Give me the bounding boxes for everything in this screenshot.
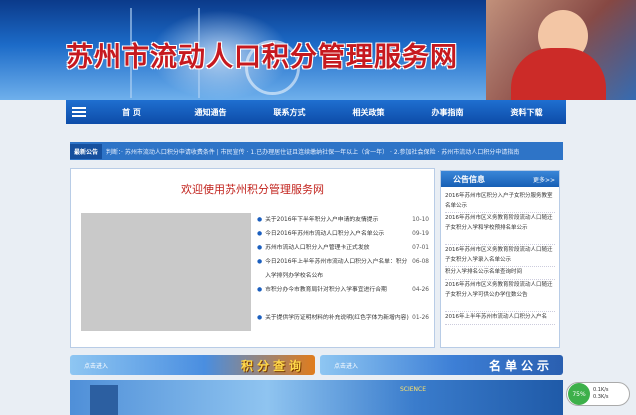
news-item[interactable]: ● 苏州市流动人口积分入户管理卡正式发放 07-01 [257,241,429,255]
download-speed: 0.3K/s [593,394,609,400]
speed-readout: 0.1K/s 0.3K/s [593,387,609,401]
network-speed-widget[interactable]: 75% 0.1K/s 0.3K/s [566,382,630,406]
nav-item-policies[interactable]: 相关政策 [329,107,408,118]
announcement-item[interactable]: 积分入学排名公示名单查询时间 [445,267,555,280]
header-banner: 苏州市流动人口积分管理服务网 [0,0,636,100]
main-panel: 欢迎使用苏州积分管理服务网 ● 关于2016年下半年积分入户申请的友情提示 10-1… [70,168,435,348]
bullet-icon: ● [257,259,263,265]
nav-item-notices[interactable]: 通知通告 [171,107,250,118]
building-graphic [90,385,118,415]
nav-item-contact[interactable]: 联系方式 [250,107,329,118]
announcement-item[interactable]: 2016年苏州市区积分入户子女积分服务教室名单公示 [445,191,555,213]
score-query-banner[interactable]: 点击进入 积分查询 [70,355,315,375]
announcements-title: 公告信息 [453,175,485,184]
menu-icon[interactable] [72,107,86,117]
announcement-item[interactable]: 2016年苏州市区义务教育阶段流动人口随迁子女积分入学录入名单公示 [445,245,555,267]
announcement-item[interactable]: 2016年苏州市区义务教育阶段流动人口随迁子女积分入学可供公办学位数公告 [445,280,555,312]
news-item[interactable]: ● 关于2016年下半年积分入户申请的友情提示 10-10 [257,213,429,227]
news-list: ● 关于2016年下半年积分入户申请的友情提示 10-10 ● 今日2016年苏州市流… [257,213,429,339]
announcement-item[interactable]: 2016年上半年苏州市流动人口积分入户名 [445,312,555,325]
announcements-header: 公告信息 更多>> [441,171,559,187]
site-title: 苏州市流动人口积分管理服务网 [66,42,458,73]
announcement-item[interactable]: 2016年苏州市区义务教育阶段流动人口随迁子女积分入学和学校预排名单公示 [445,213,555,245]
upload-speed: 0.1K/s [593,387,609,393]
list-publicity-enter: 点击进入 [334,363,359,370]
bullet-icon: ● [257,217,263,223]
bottom-banner: SCIENCE [70,380,563,415]
nav-item-home[interactable]: 首 页 [92,107,171,118]
more-link[interactable]: 更多>> [533,175,555,184]
notice-tag: 最新公告 [70,143,103,159]
bullet-icon: ● [257,287,263,293]
announcements-list: 2016年苏州市区积分入户子女积分服务教室名单公示 2016年苏州市区义务教育阶… [441,187,559,325]
news-item[interactable]: ● 今日2016年上半年苏州市流动人口积分入户名单：积分入学排列办学校名公布 06-… [257,255,429,283]
news-item[interactable]: ● 关于提供学历证明材料的补充说明(红色字体为新增内容) 01-26 [257,311,429,339]
bullet-icon: ● [257,245,263,251]
notice-marquee[interactable]: 判断：· 苏州市流动人口积分申请收费条件 | 市民宣传 · 1.已办理居住证且连… [102,147,563,156]
bullet-icon: ● [257,315,263,321]
science-label: SCIENCE [400,386,427,393]
nav-item-downloads[interactable]: 资料下载 [487,107,566,118]
main-nav: 首 页 通知通告 联系方式 相关政策 办事指南 资料下载 [66,100,566,124]
announcements-panel: 公告信息 更多>> 2016年苏州市区积分入户子女积分服务教室名单公示 2016… [440,170,560,348]
nav-item-guide[interactable]: 办事指南 [408,107,487,118]
news-item[interactable]: ● 今日2016年苏州市流动人口积分入户名单公示 09-19 [257,227,429,241]
list-publicity-banner[interactable]: 点击进入 名单公示 [320,355,563,375]
list-publicity-label: 名单公示 [488,359,553,373]
news-item[interactable]: ● 市积分办今市教育局针对积分入学事宜进行合期 04-26 [257,283,429,311]
score-query-label: 积分查询 [240,359,305,373]
score-query-enter: 点击进入 [84,363,109,370]
welcome-heading: 欢迎使用苏州积分管理服务网 [181,183,324,196]
bullet-icon: ● [257,231,263,237]
notice-bar: 最新公告 判断：· 苏州市流动人口积分申请收费条件 | 市民宣传 · 1.已办理… [70,142,563,160]
usage-circle: 75% [568,383,590,405]
slideshow-image[interactable] [81,213,251,331]
